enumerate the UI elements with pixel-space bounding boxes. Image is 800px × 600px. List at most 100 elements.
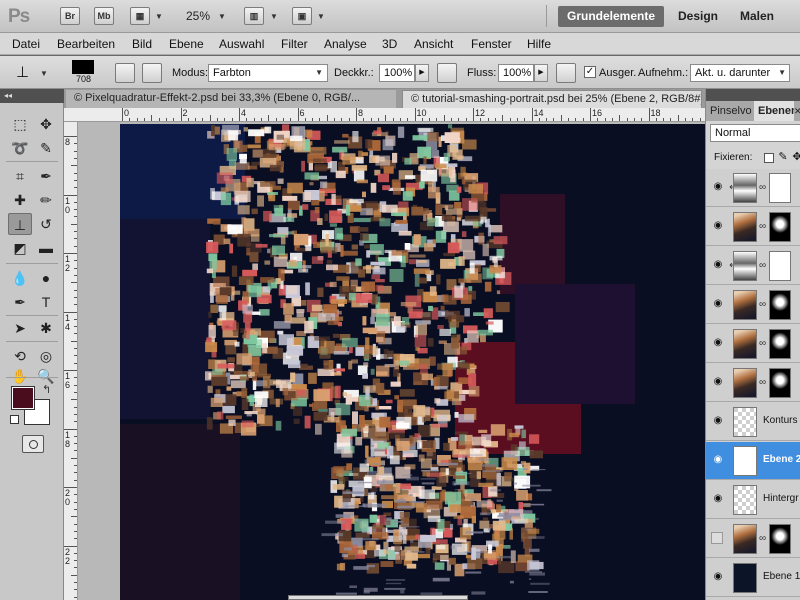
pen-tool-button[interactable]: ✒ <box>8 291 32 313</box>
layer-thumbnail[interactable] <box>733 524 757 554</box>
dodge-tool-button[interactable]: ● <box>34 267 58 289</box>
layer-thumbnail[interactable] <box>733 407 757 437</box>
link-chain-icon[interactable]: ∞ <box>759 338 766 349</box>
eye-icon[interactable]: ◉ <box>711 182 725 192</box>
link-chain-icon[interactable]: ∞ <box>759 221 766 232</box>
tool-preset-picker[interactable]: ⊥ ▼ <box>6 62 50 84</box>
3d-orbit-tool-button[interactable]: ◎ <box>34 345 58 367</box>
tab-pinselvorgaben[interactable]: Pinselvo <box>706 101 754 121</box>
eye-icon[interactable]: ◉ <box>711 416 725 426</box>
zoom-level[interactable]: 25% <box>186 9 210 23</box>
menu-hilfe[interactable]: Hilfe <box>527 37 551 51</box>
link-chain-icon[interactable]: ∞ <box>759 260 766 271</box>
gradient-tool-button[interactable]: ▬ <box>34 237 58 259</box>
aligned-checkbox[interactable]: ✓ <box>584 66 596 78</box>
lock-position-icon[interactable]: ✥ <box>792 152 800 163</box>
view-extras-button[interactable]: ▦ <box>130 7 150 25</box>
menu-datei[interactable]: Datei <box>12 37 40 51</box>
chevron-down-icon[interactable]: ▼ <box>270 12 278 21</box>
quick-select-tool-button[interactable]: ✎ <box>34 137 58 159</box>
eraser-tool-button[interactable]: ◩ <box>8 237 32 259</box>
3d-rotate-tool-button[interactable]: ⟲ <box>8 345 32 367</box>
bridge-button[interactable]: Br <box>60 7 80 25</box>
tools-panel-header[interactable]: ◂◂ <box>0 89 64 103</box>
menu-fenster[interactable]: Fenster <box>471 37 512 51</box>
eye-icon[interactable]: ◉ <box>711 338 725 348</box>
link-chain-icon[interactable]: ∞ <box>759 533 766 544</box>
eye-icon[interactable]: ◉ <box>711 572 725 582</box>
brush-tool-button[interactable]: ✏ <box>34 189 58 211</box>
layer-thumbnail[interactable] <box>733 329 757 359</box>
layer-thumbnail[interactable] <box>733 290 757 320</box>
brush-panel-toggle-icon[interactable] <box>115 63 135 83</box>
layer-row[interactable]: ◉ ∞ <box>706 286 800 324</box>
blend-mode-select[interactable]: Normal <box>710 124 800 142</box>
quick-mask-button[interactable] <box>22 435 44 453</box>
layer-row[interactable]: ◉ Ebene 2 <box>706 442 800 480</box>
layer-thumbnail[interactable] <box>733 563 757 593</box>
airbrush-icon[interactable] <box>556 63 576 83</box>
close-icon[interactable]: ✕ <box>794 101 800 121</box>
panel-dock-header[interactable] <box>706 89 800 101</box>
layer-thumbnail[interactable] <box>733 446 757 476</box>
eye-icon[interactable]: ◉ <box>711 455 725 465</box>
eyedropper-tool-button[interactable]: ✒ <box>34 165 58 187</box>
blur-tool-button[interactable]: 💧 <box>8 267 32 289</box>
layer-mask-thumbnail[interactable] <box>769 329 791 359</box>
layer-thumbnail[interactable] <box>733 485 757 515</box>
layer-row[interactable]: ◉ Konturs <box>706 403 800 441</box>
lock-transparency-icon[interactable] <box>764 153 774 163</box>
visibility-toggle[interactable] <box>711 532 723 544</box>
workspace-grundelemente[interactable]: Grundelemente <box>558 6 664 27</box>
menu-bild[interactable]: Bild <box>132 37 152 51</box>
history-brush-tool-button[interactable]: ↺ <box>34 213 58 235</box>
layer-mask-thumbnail[interactable] <box>769 251 791 281</box>
layer-row[interactable]: ◉↲∞ <box>706 169 800 207</box>
lasso-tool-button[interactable]: ➰ <box>8 137 32 159</box>
menu-ebene[interactable]: Ebene <box>169 37 204 51</box>
clone-stamp-tool-button[interactable]: ⊥ <box>8 213 32 235</box>
eye-icon[interactable]: ◉ <box>711 299 725 309</box>
link-chain-icon[interactable]: ∞ <box>759 299 766 310</box>
tab-pixelquadratur[interactable]: © Pixelquadratur-Effekt-2.psd bei 33,3% … <box>66 90 396 108</box>
layer-mask-thumbnail[interactable] <box>769 368 791 398</box>
default-colors-icon[interactable] <box>10 415 19 424</box>
link-chain-icon[interactable]: ∞ <box>759 182 766 193</box>
chevron-down-icon[interactable]: ▼ <box>317 12 325 21</box>
brush-preview[interactable] <box>72 60 94 74</box>
opacity-slider-button[interactable]: ▶ <box>415 64 429 82</box>
layer-row[interactable]: ◉ ∞ <box>706 208 800 246</box>
workspace-malen[interactable]: Malen <box>732 6 782 27</box>
layer-row[interactable]: ◉ ∞ <box>706 325 800 363</box>
link-chain-icon[interactable]: ∞ <box>759 377 766 388</box>
layer-row[interactable]: ◉ ∞ <box>706 364 800 402</box>
document-canvas[interactable] <box>120 124 705 600</box>
layer-thumbnail[interactable] <box>733 212 757 242</box>
opacity-input[interactable]: 100% <box>379 64 415 82</box>
layer-mask-thumbnail[interactable] <box>769 173 791 203</box>
menu-3d[interactable]: 3D <box>382 37 397 51</box>
sample-select[interactable]: Akt. u. darunter ▼ <box>690 64 790 82</box>
eye-icon[interactable]: ◉ <box>711 260 725 270</box>
horizontal-ruler[interactable]: 0 2 4 6 8 10 12 14 16 18 <box>76 108 705 122</box>
menu-analyse[interactable]: Analyse <box>324 37 367 51</box>
swap-colors-icon[interactable]: ↰ <box>42 383 51 396</box>
menu-bearbeiten[interactable]: Bearbeiten <box>57 37 115 51</box>
layer-mask-thumbnail[interactable] <box>769 524 791 554</box>
foreground-color-swatch[interactable] <box>11 386 35 410</box>
tab-ebenen[interactable]: Ebenen <box>754 101 794 121</box>
menu-ansicht[interactable]: Ansicht <box>414 37 453 51</box>
type-tool-button[interactable]: T <box>34 291 58 313</box>
pressure-opacity-icon[interactable] <box>437 63 457 83</box>
eye-icon[interactable]: ◉ <box>711 221 725 231</box>
flow-input[interactable]: 100% <box>498 64 534 82</box>
healing-tool-button[interactable]: ✚ <box>8 189 32 211</box>
horizontal-scroll-thumb[interactable] <box>288 595 468 600</box>
layer-mask-thumbnail[interactable] <box>769 212 791 242</box>
layer-thumbnail[interactable] <box>733 368 757 398</box>
chevron-down-icon[interactable]: ▼ <box>155 12 163 21</box>
mini-bridge-button[interactable]: Mb <box>94 7 114 25</box>
crop-tool-button[interactable]: ⌗ <box>8 165 32 187</box>
arrange-documents-button[interactable]: ▥ <box>244 7 264 25</box>
clone-source-panel-icon[interactable] <box>142 63 162 83</box>
